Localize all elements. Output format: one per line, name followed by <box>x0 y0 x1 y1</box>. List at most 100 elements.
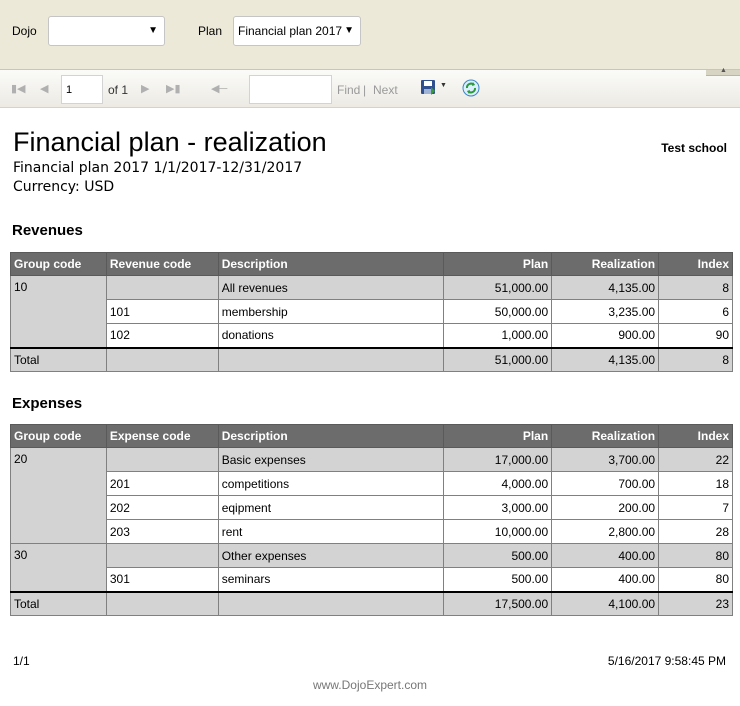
group-code-cell: 20 <box>10 447 107 544</box>
refresh-icon[interactable] <box>462 79 480 97</box>
code-cell: 203 <box>105 519 219 544</box>
column-header: Plan <box>443 252 553 276</box>
column-header: Revenue code <box>105 252 219 276</box>
save-icon[interactable] <box>420 79 436 95</box>
code-cell: 202 <box>105 495 219 520</box>
table-row: 101 membership 50,000.00 3,235.00 6 <box>11 299 733 324</box>
code-cell: 301 <box>105 567 219 592</box>
table-row: 10 All revenues 51,000.00 4,135.00 8 <box>10 275 733 348</box>
find-link[interactable]: Find <box>337 83 360 97</box>
realization-cell: 4,135.00 <box>551 275 660 300</box>
code-cell: 101 <box>105 299 219 324</box>
chevron-down-icon: ▼ <box>148 25 158 36</box>
table-row: 201 competitions 4,000.00 700.00 18 <box>11 471 733 496</box>
find-separator: | <box>363 83 367 97</box>
total-label-cell: Total <box>10 590 107 616</box>
description-cell: rent <box>217 519 445 544</box>
plan-cell: 1,000.00 <box>443 323 553 348</box>
table-row: 202 eqipment 3,000.00 200.00 7 <box>11 495 733 520</box>
total-row: Total 17,500.00 4,100.00 23 <box>10 590 733 616</box>
index-cell: 7 <box>658 495 733 520</box>
plan-cell: 51,000.00 <box>443 275 553 300</box>
previous-page-icon[interactable]: ◀ <box>40 82 48 95</box>
next-page-icon[interactable]: ▶ <box>141 82 149 95</box>
index-cell: 8 <box>658 275 733 300</box>
column-header: Realization <box>551 424 660 448</box>
last-page-icon[interactable]: ▶▮ <box>166 82 181 95</box>
realization-cell: 200.00 <box>551 495 660 520</box>
total-code-cell <box>105 346 219 372</box>
expenses-section-title: Expenses <box>12 395 83 412</box>
column-header: Index <box>658 252 733 276</box>
footer-datetime: 5/16/2017 9:58:45 PM <box>607 654 726 668</box>
chevron-down-icon: ▼ <box>344 25 354 36</box>
realization-cell: 400.00 <box>551 543 660 568</box>
total-plan-cell: 17,500.00 <box>443 590 553 616</box>
total-realization-cell: 4,100.00 <box>551 590 660 616</box>
school-name: Test school <box>661 141 727 155</box>
dojo-label: Dojo <box>12 24 37 38</box>
realization-cell: 700.00 <box>551 471 660 496</box>
realization-cell: 900.00 <box>551 323 660 348</box>
page-number-value: 1 <box>66 84 73 96</box>
total-index-cell: 23 <box>658 590 733 616</box>
realization-cell: 3,700.00 <box>551 447 660 472</box>
code-cell <box>105 543 219 568</box>
plan-cell: 10,000.00 <box>443 519 553 544</box>
footer-brand: www.DojoExpert.com <box>312 678 428 692</box>
description-cell: Other expenses <box>217 543 445 568</box>
export-dropdown-icon[interactable]: ▼ <box>440 82 447 89</box>
total-realization-cell: 4,135.00 <box>551 346 660 372</box>
description-cell: eqipment <box>217 495 445 520</box>
table-header-row: Group code Revenue code Description Plan… <box>10 252 733 276</box>
revenues-section-title: Revenues <box>12 222 83 239</box>
parameter-bar: Dojo ▼ Plan Financial plan 2017 ▼ <box>0 0 740 70</box>
page-count: of 1 <box>108 83 129 97</box>
report-subtitle: Financial plan 2017 1/1/2017-12/31/2017 <box>13 160 303 176</box>
plan-select-value: Financial plan 2017 <box>238 24 343 38</box>
column-header: Description <box>217 252 445 276</box>
total-row: Total 51,000.00 4,135.00 8 <box>10 346 733 372</box>
column-header: Expense code <box>105 424 219 448</box>
plan-cell: 500.00 <box>443 543 553 568</box>
code-cell <box>105 447 219 472</box>
plan-select[interactable]: Financial plan 2017 ▼ <box>233 16 361 46</box>
code-cell: 102 <box>105 323 219 348</box>
report-currency: Currency: USD <box>13 179 115 195</box>
table-header-row: Group code Expense code Description Plan… <box>10 424 733 448</box>
description-cell: membership <box>217 299 445 324</box>
plan-cell: 3,000.00 <box>443 495 553 520</box>
total-index-cell: 8 <box>658 346 733 372</box>
index-cell: 22 <box>658 447 733 472</box>
report-toolbar: ▲ ▮◀ ◀ 1 of 1 ▶ ▶▮ ◀─ Find | Next ▼ <box>0 67 740 108</box>
plan-cell: 17,000.00 <box>443 447 553 472</box>
total-description-cell <box>217 346 445 372</box>
description-cell: competitions <box>217 471 445 496</box>
collapse-parameters-button[interactable]: ▲ <box>706 67 740 76</box>
table-row: 30 Other expenses 500.00 400.00 80 <box>10 543 733 592</box>
group-code-cell: 30 <box>10 543 107 592</box>
page-number-input[interactable]: 1 <box>61 75 103 104</box>
table-row: 301 seminars 500.00 400.00 80 <box>11 567 733 592</box>
total-description-cell <box>217 590 445 616</box>
total-plan-cell: 51,000.00 <box>443 346 553 372</box>
code-cell: 201 <box>105 471 219 496</box>
realization-cell: 3,235.00 <box>551 299 660 324</box>
total-code-cell <box>105 590 219 616</box>
plan-cell: 500.00 <box>443 567 553 592</box>
column-header: Index <box>658 424 733 448</box>
description-cell: Basic expenses <box>217 447 445 472</box>
search-input[interactable] <box>249 75 332 104</box>
find-next-link[interactable]: Next <box>373 83 398 97</box>
index-cell: 90 <box>658 323 733 348</box>
table-row: 102 donations 1,000.00 900.00 90 <box>11 323 733 348</box>
plan-cell: 50,000.00 <box>443 299 553 324</box>
index-cell: 80 <box>658 567 733 592</box>
column-header: Realization <box>551 252 660 276</box>
back-icon[interactable]: ◀─ <box>211 82 227 95</box>
index-cell: 28 <box>658 519 733 544</box>
first-page-icon[interactable]: ▮◀ <box>11 82 26 95</box>
column-header: Group code <box>10 424 107 448</box>
dojo-select[interactable]: ▼ <box>48 16 165 46</box>
total-label-cell: Total <box>10 346 107 372</box>
